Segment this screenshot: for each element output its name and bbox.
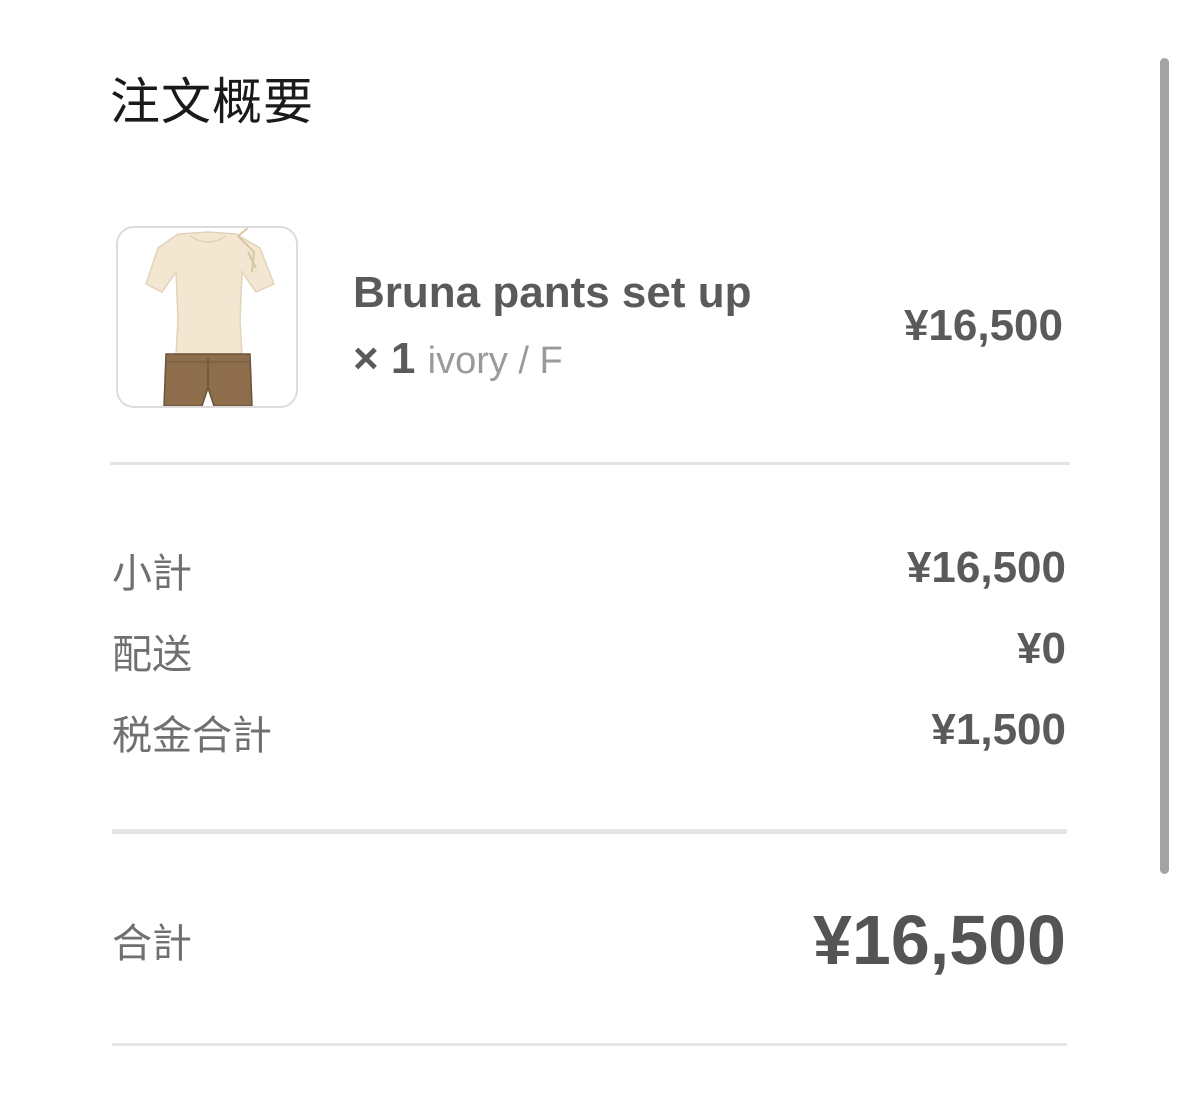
shipping-value: ¥0: [1017, 624, 1066, 673]
order-summary-panel: 注文概要 Bruna pants set up × 1 ivory / F ¥1…: [0, 0, 1179, 1119]
line-item-description: Bruna pants set up × 1 ivory / F: [353, 260, 773, 394]
page-title: 注文概要: [110, 73, 314, 131]
total-value: ¥16,500: [812, 901, 1066, 979]
subtotal-label: 小計: [112, 551, 192, 597]
product-thumbnail: [116, 226, 298, 408]
scrollbar[interactable]: [1160, 58, 1169, 874]
tax-label: 税金合計: [112, 713, 272, 759]
line-item-variant: ivory / F: [427, 340, 563, 382]
total-label: 合計: [112, 921, 192, 967]
subtotal-value: ¥16,500: [906, 543, 1066, 592]
divider: [112, 1043, 1067, 1046]
product-image-icon: [145, 228, 275, 406]
line-item-price: ¥16,500: [903, 301, 1063, 350]
shipping-label: 配送: [112, 632, 192, 678]
divider: [112, 829, 1067, 834]
divider: [110, 462, 1070, 465]
tax-value: ¥1,500: [931, 705, 1066, 754]
